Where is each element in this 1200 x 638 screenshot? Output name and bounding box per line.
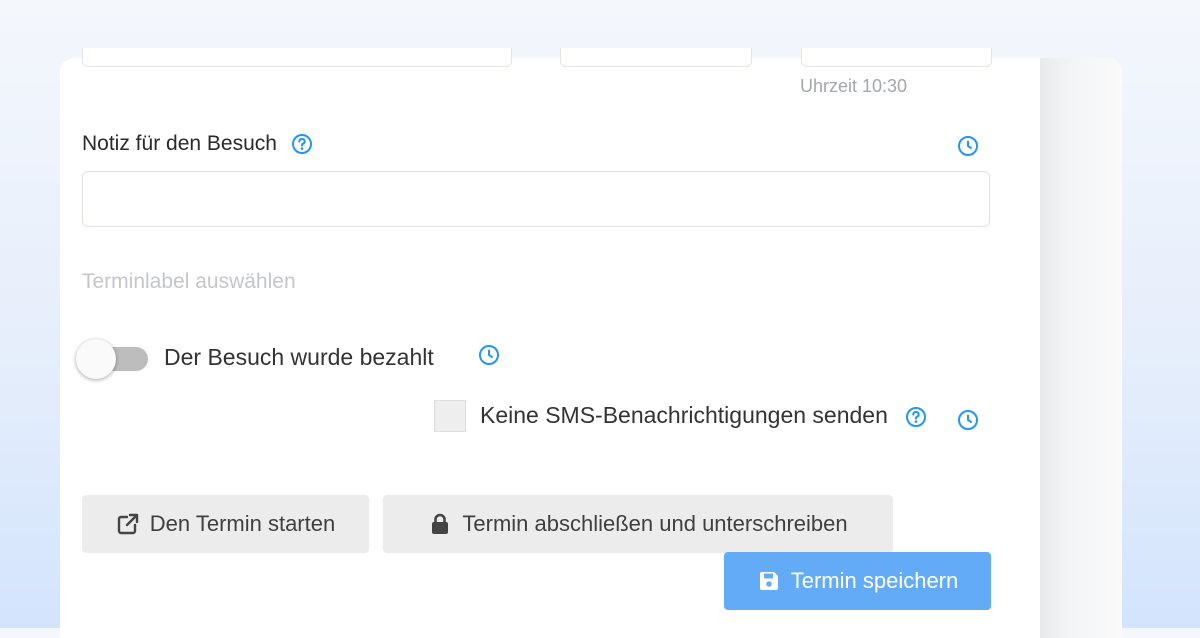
save-appointment-label: Termin speichern	[790, 568, 959, 593]
appointment-form-card: Uhrzeit 10:30 Notiz für den Besuch Termi…	[60, 48, 1040, 638]
floppy-disk-icon	[757, 569, 781, 593]
paid-toggle[interactable]	[76, 338, 150, 380]
clock-icon[interactable]	[478, 344, 500, 366]
note-input[interactable]	[82, 171, 990, 227]
top-field-left[interactable]	[82, 48, 512, 67]
sms-checkbox-label: Keine SMS-Benachrichtigungen senden	[480, 402, 888, 428]
card-side-shadow	[1040, 58, 1122, 638]
top-field-time[interactable]	[801, 48, 992, 67]
note-label: Notiz für den Besuch	[82, 132, 277, 155]
start-appointment-button[interactable]: Den Termin starten	[82, 495, 369, 553]
question-circle-icon[interactable]	[905, 406, 927, 428]
start-appointment-label: Den Termin starten	[149, 511, 336, 536]
save-appointment-button[interactable]: Termin speichern	[724, 552, 991, 610]
clock-icon[interactable]	[957, 135, 979, 157]
top-field-date[interactable]	[560, 48, 752, 67]
label-select[interactable]: Terminlabel auswählen	[82, 270, 296, 294]
paid-toggle-label: Der Besuch wurde bezahlt	[164, 344, 434, 370]
finish-and-sign-button[interactable]: Termin abschließen und unterschreiben	[383, 495, 893, 553]
finish-and-sign-label: Termin abschließen und unterschreiben	[462, 511, 848, 536]
note-label-row: Notiz für den Besuch	[82, 132, 313, 156]
time-hint: Uhrzeit 10:30	[800, 76, 908, 96]
clock-icon[interactable]	[957, 409, 979, 431]
question-circle-icon[interactable]	[291, 133, 313, 155]
sms-checkbox[interactable]	[434, 400, 466, 432]
external-link-icon	[116, 512, 140, 536]
toggle-knob[interactable]	[76, 339, 116, 379]
lock-icon	[428, 512, 452, 536]
